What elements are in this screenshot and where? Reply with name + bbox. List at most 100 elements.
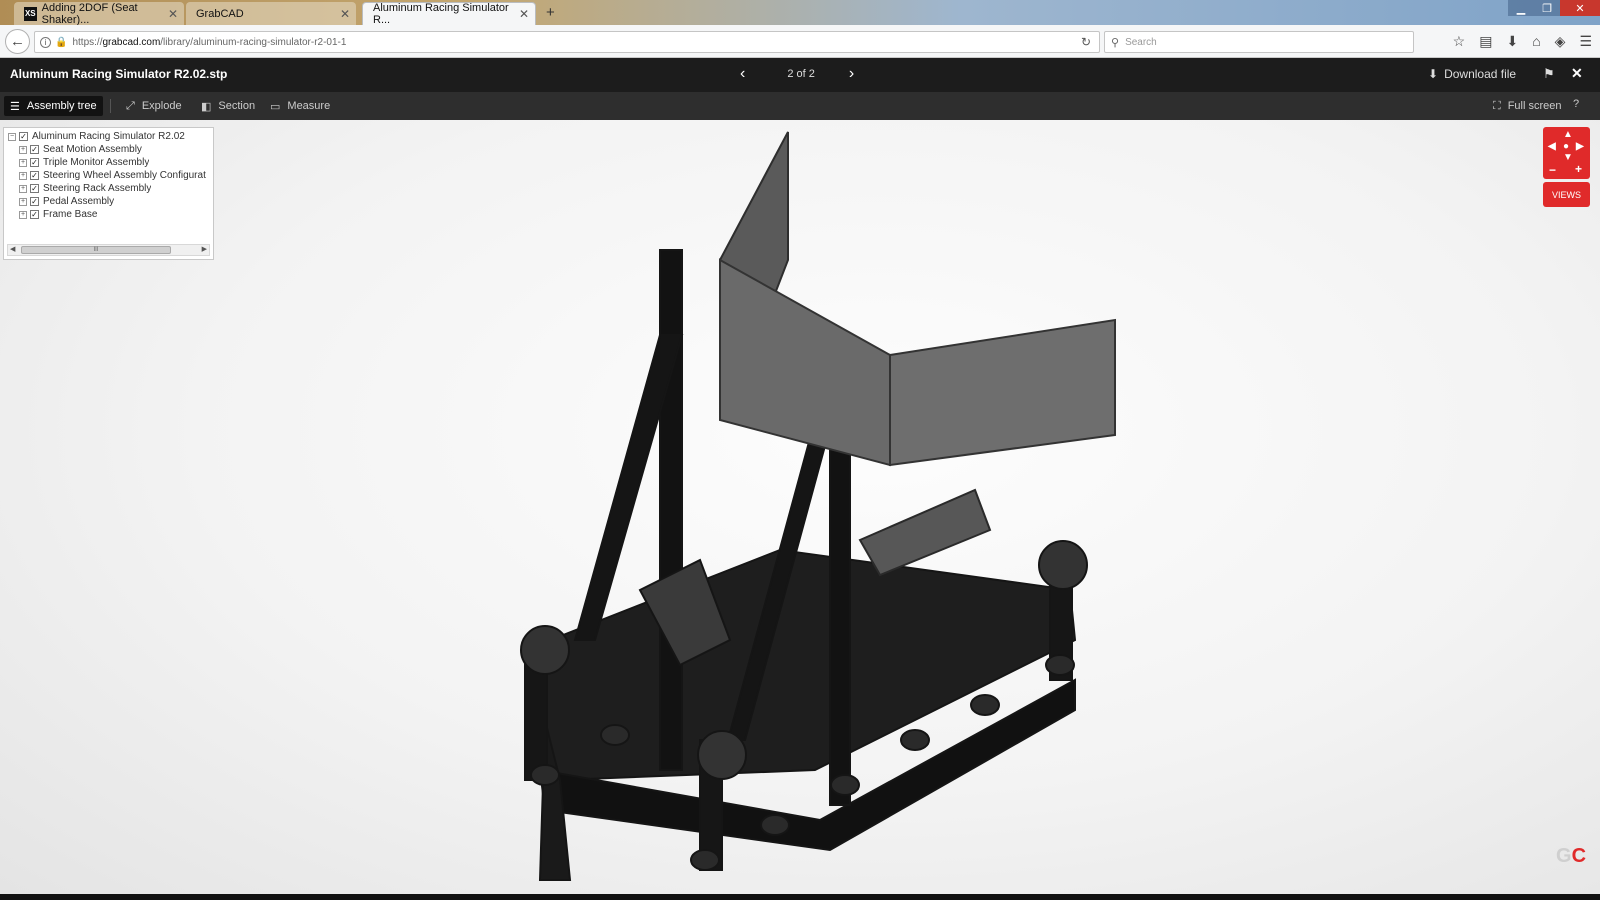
pan-right-icon[interactable]: ▶ <box>1576 141 1584 152</box>
foot-6 <box>900 729 930 751</box>
tree-node-label: Steering Rack Assembly <box>43 183 152 194</box>
zoom-in-icon[interactable]: + <box>1575 162 1582 176</box>
tree-checkbox[interactable]: ✓ <box>30 158 39 167</box>
tree-checkbox[interactable]: ✓ <box>30 184 39 193</box>
seat-plate <box>858 488 992 577</box>
reading-list-icon[interactable]: ▤ <box>1479 33 1492 50</box>
download-icon[interactable]: ⬇ <box>1506 33 1518 50</box>
url-path: /library/aluminum-racing-simulator-r2-01… <box>160 36 347 48</box>
tree-node-triple-monitor[interactable]: + ✓ Triple Monitor Assembly <box>19 156 149 169</box>
tree-node-steering-wheel[interactable]: + ✓ Steering Wheel Assembly Configurat <box>19 169 213 182</box>
model-viewport[interactable]: − ✓ Aluminum Racing Simulator R2.02 + ✓ … <box>0 120 1600 894</box>
fullscreen-icon: ⛶ <box>1493 99 1501 112</box>
tree-node-pedal[interactable]: + ✓ Pedal Assembly <box>19 195 114 208</box>
tab-close-icon[interactable]: ✕ <box>168 7 178 21</box>
pocket-icon[interactable]: ◈ <box>1555 33 1566 50</box>
expand-icon[interactable]: + <box>19 158 27 167</box>
lock-icon[interactable]: 🔒 <box>55 37 67 48</box>
menu-icon[interactable]: ☰ <box>1579 33 1592 50</box>
expand-icon[interactable]: + <box>19 171 27 180</box>
tree-checkbox[interactable]: ✓ <box>30 171 39 180</box>
tree-checkbox[interactable]: ✓ <box>30 210 39 219</box>
search-placeholder: Search <box>1125 36 1157 48</box>
close-icon[interactable]: ✕ <box>1571 65 1583 82</box>
window-close-icon[interactable]: ✕ <box>1560 0 1600 16</box>
pan-up-icon[interactable]: ▲ <box>1563 129 1573 140</box>
tree-node-label: Seat Motion Assembly <box>43 144 142 155</box>
explode-label: Explode <box>141 100 182 112</box>
flag-icon[interactable]: ⚑ <box>1543 66 1555 82</box>
tree-node-frame-base[interactable]: + ✓ Frame Base <box>19 208 97 221</box>
expand-icon[interactable]: + <box>19 197 27 206</box>
views-button[interactable]: VIEWS <box>1543 182 1590 207</box>
full-screen-label: Full screen <box>1507 100 1562 112</box>
pan-left-icon[interactable]: ◀ <box>1548 141 1556 152</box>
foot-2 <box>600 724 630 746</box>
tree-checkbox[interactable]: ✓ <box>30 197 39 206</box>
download-file-button[interactable]: ⬇ Download file <box>1428 67 1516 81</box>
pan-center-icon[interactable]: ● <box>1563 141 1569 152</box>
restore-icon[interactable]: ❐ <box>1534 0 1560 16</box>
zoom-out-icon[interactable]: − <box>1549 163 1556 177</box>
tab-label: Aluminum Racing Simulator R... <box>373 2 509 26</box>
scroll-right-icon[interactable]: ▶ <box>202 245 207 253</box>
explode-icon: ⤢ <box>126 99 135 112</box>
tab-label: Adding 2DOF (Seat Shaker)... <box>41 1 138 26</box>
tree-node-label: Pedal Assembly <box>43 196 115 207</box>
measure-button[interactable]: ▭ Measure <box>264 96 336 116</box>
search-input[interactable]: ⚲ Search <box>1104 31 1414 53</box>
minimize-icon[interactable]: ▁ <box>1508 0 1534 16</box>
pan-down-icon[interactable]: ▼ <box>1563 152 1573 163</box>
measure-label: Measure <box>287 100 331 112</box>
explode-button[interactable]: ⤢ Explode <box>120 96 188 116</box>
tab-close-icon[interactable]: ✕ <box>519 7 529 21</box>
window-controls: ▁ ❐ ✕ <box>1508 0 1600 16</box>
assembly-tree-panel: − ✓ Aluminum Racing Simulator R2.02 + ✓ … <box>3 127 214 260</box>
browser-tab-aluminum-simulator[interactable]: Aluminum Racing Simulator R... ✕ <box>362 2 536 26</box>
pager-count: 2 of 2 <box>787 68 815 80</box>
browser-tab-grabcad[interactable]: GrabCAD ✕ <box>186 2 356 25</box>
url-prefix: https:// <box>72 36 103 48</box>
info-icon[interactable]: i <box>40 36 51 48</box>
next-arrow-icon[interactable]: › <box>849 65 854 83</box>
bookmark-star-icon[interactable]: ☆ <box>1453 33 1466 50</box>
navigation-control[interactable]: ▲ ◀ ● ▶ ▼ − + <box>1543 127 1590 179</box>
section-button[interactable]: ◧ Section <box>195 96 261 116</box>
search-icon: ⚲ <box>1111 36 1120 49</box>
reload-icon[interactable]: ↻ <box>1081 35 1091 49</box>
help-icon[interactable]: ? <box>1573 98 1579 110</box>
new-tab-button[interactable]: + <box>546 4 555 21</box>
tree-node-seat-motion[interactable]: + ✓ Seat Motion Assembly <box>19 143 142 156</box>
logo-c: C <box>1571 845 1587 867</box>
prev-arrow-icon[interactable]: ‹ <box>740 65 745 83</box>
home-icon[interactable]: ⌂ <box>1532 33 1540 50</box>
monitor-right <box>889 318 1116 467</box>
tab-close-icon[interactable]: ✕ <box>340 7 350 21</box>
tree-node-steering-rack[interactable]: + ✓ Steering Rack Assembly <box>19 182 151 195</box>
actuator-right <box>1038 540 1088 590</box>
expand-icon[interactable]: + <box>19 145 27 154</box>
full-screen-button[interactable]: ⛶ Full screen <box>1487 96 1568 116</box>
back-arrow-icon[interactable]: ← <box>5 29 30 54</box>
tree-checkbox[interactable]: ✓ <box>19 132 28 141</box>
file-title: Aluminum Racing Simulator R2.02.stp <box>10 67 228 81</box>
foot-8 <box>1045 654 1075 676</box>
assembly-tree-button[interactable]: ☰ Assembly tree <box>4 96 103 116</box>
viewer-toolbar: ☰ Assembly tree ⤢ Explode ◧ Section ▭ Me… <box>0 92 1600 120</box>
tree-checkbox[interactable]: ✓ <box>30 145 39 154</box>
scroll-thumb[interactable]: III <box>21 246 171 254</box>
url-bar[interactable]: i 🔒 https:// grabcad.com /library/alumin… <box>34 31 1100 53</box>
expand-icon[interactable]: + <box>19 184 27 193</box>
browser-tab-adding-2dof[interactable]: XS Adding 2DOF (Seat Shaker)... ✕ <box>14 1 184 26</box>
upright-rear <box>659 249 683 771</box>
scroll-left-icon[interactable]: ◀ <box>10 245 15 253</box>
simulator-3d-model[interactable] <box>0 120 1600 894</box>
tree-node-root[interactable]: − ✓ Aluminum Racing Simulator R2.02 <box>8 130 185 143</box>
actuator-front <box>697 730 747 780</box>
tree-horizontal-scrollbar[interactable]: ◀ III ▶ <box>7 244 210 256</box>
collapse-icon[interactable]: − <box>8 132 16 141</box>
expand-icon[interactable]: + <box>19 210 27 219</box>
download-label: Download file <box>1444 67 1517 81</box>
monitor-center <box>719 258 891 467</box>
download-icon: ⬇ <box>1428 67 1439 81</box>
